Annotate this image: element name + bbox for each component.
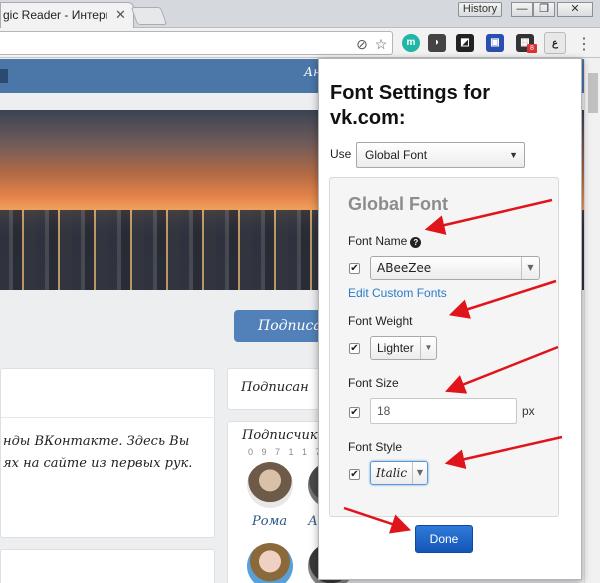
history-button[interactable]: History xyxy=(458,2,502,17)
follower-name[interactable]: Рома xyxy=(252,514,287,529)
help-icon[interactable]: ? xyxy=(410,237,422,248)
square-extension-icon[interactable]: ◩ xyxy=(456,34,474,52)
font-name-value: ABeeZee xyxy=(377,261,432,275)
font-weight-value: Lighter xyxy=(377,341,414,355)
address-bar[interactable]: ⊘ ☆ xyxy=(0,31,393,55)
close-window-button[interactable]: ✕ xyxy=(557,2,593,17)
pocket-icon[interactable]: ◗ xyxy=(428,34,446,52)
chevron-down-icon: ▼ xyxy=(420,337,436,359)
global-font-panel: Global Font Font Name? ✔ ABeeZee ▼ Edit … xyxy=(329,177,559,517)
use-label: Use xyxy=(330,147,352,161)
font-name-checkbox[interactable]: ✔ xyxy=(349,263,360,274)
edit-custom-fonts-link[interactable]: Edit Custom Fonts xyxy=(348,286,447,300)
font-settings-popup: Font Settings for vk.com: Use Global Fon… xyxy=(318,58,582,580)
chevron-down-icon: ▼ xyxy=(509,150,518,160)
font-style-value: Italic xyxy=(376,466,408,480)
blocked-cookie-icon[interactable]: ⊘ xyxy=(354,36,370,52)
font-size-input[interactable]: 18 xyxy=(370,398,517,424)
browser-titlebar: gic Reader - Интерне ✕ History — ❐ ✕ xyxy=(0,0,600,28)
extension-badge: 8 xyxy=(527,44,537,53)
divider xyxy=(1,417,216,418)
use-select[interactable]: Global Font ▼ xyxy=(356,142,525,168)
popup-title: Font Settings for vk.com: xyxy=(330,82,490,129)
description-text: нды ВКонтакте. Здесь Вы ях на сайте из п… xyxy=(3,431,192,475)
tab-title: gic Reader - Интерне xyxy=(3,8,107,22)
done-button[interactable]: Done xyxy=(415,525,473,553)
description-line: нды ВКонтакте. Здесь Вы xyxy=(3,434,190,449)
font-size-checkbox[interactable]: ✔ xyxy=(349,407,360,418)
bottom-card xyxy=(0,549,215,583)
browser-toolbar: ⊘ ☆ m ◗ ◩ ▣ ▦ 8 ع ⋮ xyxy=(0,28,600,58)
font-style-checkbox[interactable]: ✔ xyxy=(349,469,360,480)
chevron-down-icon: ▼ xyxy=(521,257,539,279)
font-style-label: Font Style xyxy=(348,440,403,454)
font-name-label-text: Font Name xyxy=(348,234,408,248)
use-select-value: Global Font xyxy=(365,148,428,162)
m-extension-icon[interactable]: m xyxy=(402,34,420,52)
followers-card: Подписчики 0 9 7 1 1 7 1 0 Рома Ал xyxy=(227,421,354,583)
description-line: ях на сайте из первых рук. xyxy=(3,456,193,471)
avatar[interactable] xyxy=(247,462,293,508)
font-size-label: Font Size xyxy=(348,376,399,390)
font-changer-icon[interactable]: ع xyxy=(544,32,566,54)
font-name-label: Font Name? xyxy=(348,234,422,248)
font-weight-checkbox[interactable]: ✔ xyxy=(349,343,360,354)
font-weight-label: Font Weight xyxy=(348,314,413,328)
subscribed-label: Подписан xyxy=(241,380,309,395)
subscribed-card: Подписан xyxy=(227,368,327,410)
avatar[interactable] xyxy=(247,543,293,583)
tab-close-icon[interactable]: ✕ xyxy=(115,7,126,23)
vk-logo-icon[interactable] xyxy=(0,69,8,83)
minimize-button[interactable]: — xyxy=(511,2,533,17)
description-card: нды ВКонтакте. Здесь Вы ях на сайте из п… xyxy=(0,368,216,538)
font-name-select[interactable]: ABeeZee ▼ xyxy=(370,256,540,280)
subscribe-button[interactable]: Подписан xyxy=(234,310,330,342)
star-icon[interactable]: ☆ xyxy=(373,36,389,52)
font-weight-select[interactable]: Lighter ▼ xyxy=(370,336,437,360)
image-extension-icon[interactable]: ▣ xyxy=(486,34,504,52)
followers-title[interactable]: Подписчики xyxy=(242,428,326,443)
page-scrollbar[interactable] xyxy=(584,59,600,583)
panel-title: Global Font xyxy=(348,194,448,214)
font-style-select[interactable]: Italic ▼ xyxy=(370,461,428,485)
new-tab-button[interactable] xyxy=(130,7,168,25)
font-size-unit: px xyxy=(522,404,535,418)
scrollbar-thumb[interactable] xyxy=(588,73,598,113)
browser-tab[interactable]: gic Reader - Интерне ✕ xyxy=(0,2,134,28)
chrome-menu-icon[interactable]: ⋮ xyxy=(576,34,592,54)
chevron-down-icon: ▼ xyxy=(412,462,427,484)
maximize-button[interactable]: ❐ xyxy=(533,2,555,17)
